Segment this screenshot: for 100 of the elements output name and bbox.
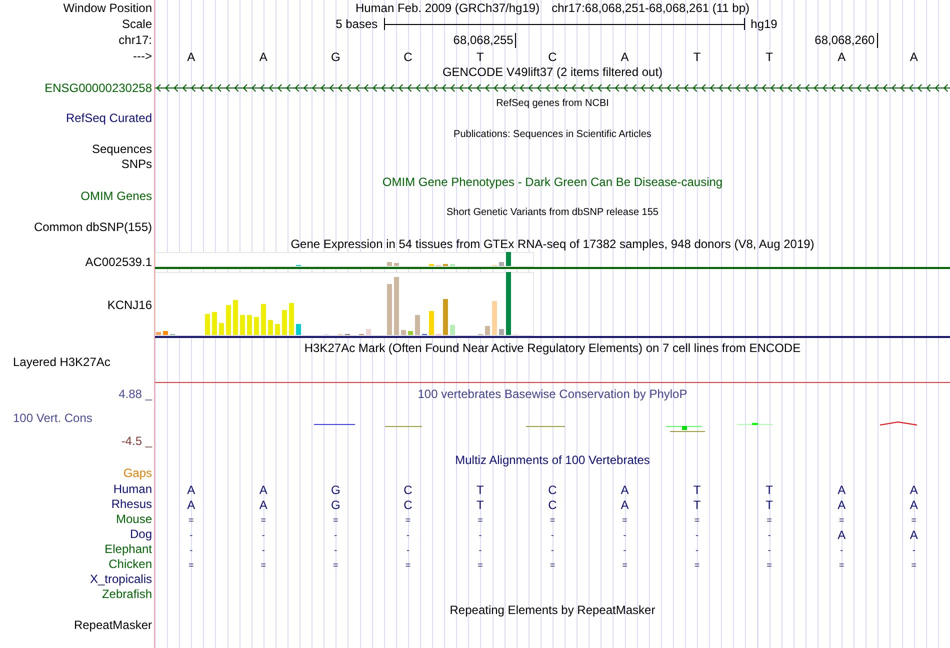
- chart-bar[interactable]: [485, 326, 490, 335]
- base-letter: A: [259, 49, 268, 66]
- track-label[interactable]: Elephant: [104, 542, 152, 556]
- base-letter: A: [910, 49, 918, 66]
- track-title: Multiz Alignments of 100 Vertebrates: [455, 452, 650, 469]
- track-label[interactable]: SNPs: [121, 157, 152, 171]
- chart-bar[interactable]: [394, 263, 399, 266]
- track-label[interactable]: AC002539.1: [85, 255, 152, 269]
- chart-bar[interactable]: [156, 332, 161, 335]
- chart-bar[interactable]: [261, 304, 266, 335]
- chart-bar[interactable]: [450, 325, 455, 335]
- chart-bar[interactable]: [296, 324, 301, 335]
- chart-bar[interactable]: [443, 299, 448, 335]
- alignment-base: =: [766, 514, 772, 524]
- track-title: RefSeq genes from NCBI: [496, 96, 609, 110]
- chart-bar[interactable]: [212, 312, 217, 335]
- chart-bar[interactable]: [282, 310, 287, 335]
- alignment-base: =: [911, 514, 916, 524]
- alignment-base: -: [406, 530, 410, 540]
- alignment-base: -: [696, 530, 699, 540]
- track-label[interactable]: OMIM Genes: [80, 189, 152, 203]
- chart-bar[interactable]: [233, 300, 238, 335]
- alignment-base: -: [334, 530, 338, 540]
- position-tick-label: 68,068,255: [453, 33, 516, 48]
- track-label[interactable]: Chicken: [108, 557, 152, 571]
- alignment-base: =: [550, 560, 556, 570]
- alignment-base: -: [478, 544, 482, 554]
- chart-bar[interactable]: [247, 315, 252, 335]
- chart-bar[interactable]: [499, 262, 504, 266]
- alignment-base: -: [478, 530, 482, 540]
- track-label[interactable]: Mouse: [116, 512, 152, 526]
- track-label[interactable]: Window Position: [63, 1, 152, 15]
- alignment-base: =: [694, 560, 700, 570]
- alignment-base: -: [768, 530, 771, 540]
- alignment-base: =: [478, 514, 483, 524]
- chart-bar[interactable]: [268, 320, 273, 335]
- chart-bar[interactable]: [163, 331, 168, 335]
- chart-bar[interactable]: [415, 315, 420, 335]
- chart-bar[interactable]: [289, 303, 294, 335]
- alignment-base: A: [838, 498, 846, 512]
- chart-bar[interactable]: [240, 315, 245, 335]
- track-label[interactable]: -4.5 _: [121, 434, 152, 448]
- alignment-base: T: [766, 498, 773, 512]
- track-label[interactable]: Layered H3K27Ac: [13, 355, 110, 369]
- track-title: OMIM Gene Phenotypes - Dark Green Can Be Disease-causing: [382, 174, 723, 191]
- base-letter: A: [838, 49, 846, 66]
- track-label[interactable]: Scale: [122, 17, 152, 31]
- chart-bar[interactable]: [408, 331, 413, 335]
- alignment-base: =: [260, 514, 266, 524]
- assembly-label: hg19: [750, 16, 778, 33]
- chart-bar[interactable]: [506, 252, 511, 266]
- chart-bar[interactable]: [506, 272, 511, 335]
- alignment-base: =: [333, 514, 338, 524]
- alignment-base: =: [260, 560, 266, 570]
- chart-bar[interactable]: [401, 330, 406, 335]
- track-label[interactable]: KCNJ16: [107, 298, 152, 312]
- alignment-base: =: [405, 514, 411, 524]
- track-label[interactable]: Dog: [130, 527, 152, 541]
- track-label[interactable]: Sequences: [92, 142, 152, 156]
- alignment-base: C: [548, 482, 557, 496]
- alignment-base: -: [550, 544, 554, 554]
- alignment-base: -: [912, 544, 916, 554]
- chart-bar[interactable]: [275, 324, 280, 335]
- alignment-base: -: [334, 544, 338, 554]
- track-label[interactable]: Human: [113, 482, 152, 496]
- alignment-base: -: [696, 544, 699, 554]
- track-label[interactable]: RepeatMasker: [74, 618, 152, 632]
- track-label[interactable]: chr17:: [118, 33, 152, 47]
- chart-bar[interactable]: [499, 329, 504, 335]
- track-label[interactable]: Zebrafish: [102, 587, 152, 601]
- track-label[interactable]: Rhesus: [111, 497, 152, 511]
- track-label[interactable]: 4.88 _: [118, 387, 152, 401]
- track-label[interactable]: RefSeq Curated: [66, 111, 152, 125]
- chart-bar[interactable]: [492, 301, 497, 335]
- chart-bar[interactable]: [226, 305, 231, 335]
- alignment-base: A: [620, 482, 629, 496]
- alignment-base: A: [620, 498, 629, 512]
- chart-bar[interactable]: [394, 277, 399, 335]
- base-letter: T: [766, 49, 773, 66]
- track-label[interactable]: X_tropicalis: [90, 572, 152, 586]
- track-label[interactable]: --->: [133, 49, 152, 63]
- chart-bar[interactable]: [205, 314, 210, 335]
- alignment-base: =: [622, 514, 628, 524]
- base-letter: T: [693, 49, 701, 66]
- chart-bar[interactable]: [387, 262, 392, 266]
- track-title: 100 vertebrates Basewise Conservation by PhyloP: [418, 386, 688, 403]
- alignment-base: A: [910, 482, 918, 496]
- alignment-base: =: [838, 514, 844, 524]
- track-label[interactable]: Common dbSNP(155): [34, 220, 152, 234]
- alignment-base: -: [262, 530, 265, 540]
- alignment-base: -: [190, 544, 193, 554]
- chart-bar[interactable]: [387, 284, 392, 335]
- alignment-base: -: [406, 544, 410, 554]
- chart-bar[interactable]: [254, 317, 259, 335]
- alignment-base: C: [404, 482, 412, 496]
- chart-bar[interactable]: [219, 323, 224, 335]
- chart-bar[interactable]: [429, 311, 434, 335]
- track-label[interactable]: 100 Vert. Cons: [13, 411, 92, 425]
- chart-bar[interactable]: [366, 329, 371, 335]
- track-label[interactable]: ENSG00000230258: [44, 81, 152, 95]
